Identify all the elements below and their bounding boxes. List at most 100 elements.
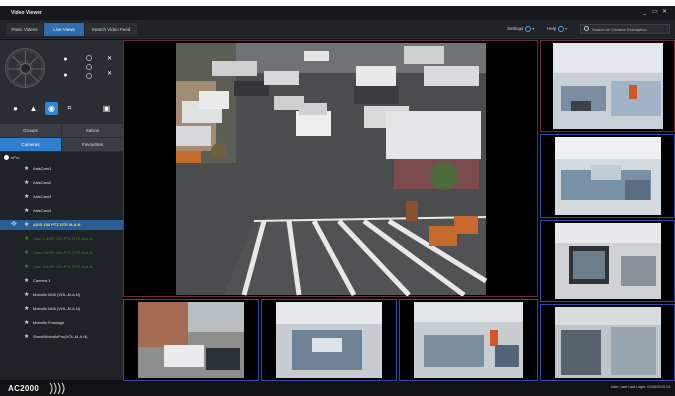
camera-star-icon: ★ (24, 292, 30, 298)
camera-star-icon: ★ (24, 278, 30, 284)
camera-star-icon: ★ (24, 306, 30, 312)
focus-near-icon[interactable] (86, 55, 92, 61)
camera-item[interactable]: ★ Mobotix M05 (VOL-M.A.N) (0, 290, 123, 300)
tree-root[interactable]: ePro (4, 155, 19, 161)
view-toolbar: ● ▲ ◉ ⌗ ▣ (0, 101, 123, 116)
camera-item[interactable]: ★ AxisCam1 (0, 164, 123, 174)
camera-star-icon: ★ (24, 250, 30, 256)
camera-label: Mobotix M05 (VOL-M.A.N) (33, 292, 81, 297)
minimize-icon[interactable]: _ (643, 9, 646, 15)
cameras-button[interactable]: Cameras (0, 138, 61, 151)
salvos-button[interactable]: Salvos (62, 124, 123, 137)
status-text: User: user Last Login: 01/05/2019 14: (610, 385, 671, 389)
tab-search-video-feed[interactable]: Search Video Feed (85, 23, 137, 36)
camera-star-icon: ★ (24, 334, 30, 340)
help-label: Help (547, 26, 557, 31)
help-icon (558, 25, 565, 32)
camera-item[interactable]: ★ Stock/MobotixPro(VOL-M.A.N) (0, 332, 123, 342)
camera-label: Mobotix M05 (VOL-M.A.N) (33, 306, 81, 311)
camera-search (580, 24, 670, 34)
view-switch: Groups Salvos (0, 124, 123, 137)
maximize-icon[interactable]: ▭ (652, 9, 658, 15)
camera-item-selected[interactable]: ✥ ★ AXIS 193 PTZ DTE M.A.N (0, 220, 123, 230)
favourites-button[interactable]: Favourites (62, 138, 123, 151)
camera-label: Cam 1 AXIS 193 PTZ DTE M.A.N (33, 236, 93, 241)
camera-label: Camera 1 (33, 278, 51, 283)
lobby-video (541, 305, 674, 380)
chevron-down-icon: ▾ (565, 26, 568, 31)
camera-item[interactable]: ★ Cam 1 AXIS 193 PTZ DTE M.A.N (0, 234, 123, 244)
camera-label: AxisCam1 (33, 166, 52, 171)
camera-star-icon: ★ (24, 320, 30, 326)
video-tile-right-4[interactable] (540, 304, 675, 381)
camera-item[interactable]: ★ Mobotix Frontage (0, 318, 123, 328)
video-tile-right-1[interactable] (540, 40, 675, 132)
office-video (400, 300, 537, 380)
video-tile-bottom-2[interactable] (261, 299, 397, 381)
brand-arcs-icon (49, 382, 65, 395)
groups-button[interactable]: Groups (0, 124, 61, 137)
camera-label: Cam 3 AXIS 193 PTZ DTE M.A.N (33, 264, 93, 269)
close-icon[interactable]: ✕ (662, 9, 667, 15)
camera-item[interactable]: ★ AxisCam4 (0, 206, 123, 216)
title-bar: Video Viewer _ ▭ ✕ (0, 6, 675, 20)
camera-star-icon: ★ (24, 208, 30, 214)
search-icon (584, 26, 589, 31)
video-grid (123, 40, 675, 381)
camera-star-icon: ★ (24, 264, 30, 270)
brand-logo: AC2000 (8, 384, 40, 393)
focus-far-icon[interactable] (86, 64, 92, 70)
video-tile-bottom-1[interactable] (123, 299, 259, 381)
ptz-direction-pad[interactable] (5, 48, 45, 88)
help-menu[interactable]: Help ▾ (547, 24, 567, 34)
camera-star-icon: ★ (24, 194, 30, 200)
camera-star-icon: ★ (24, 236, 30, 242)
camera-search-input[interactable] (592, 25, 669, 33)
camera-item[interactable]: ★ AxisCam3 (0, 192, 123, 202)
camera-star-icon: ★ (24, 222, 30, 228)
settings-label: Settings (507, 26, 524, 31)
video-tile-right-2[interactable] (540, 134, 675, 218)
camera-star-icon: ★ (24, 166, 30, 172)
camera-label: AxisCam3 (33, 194, 52, 199)
info-icon[interactable]: ● (9, 102, 22, 115)
camera-label: AxisCam4 (33, 208, 52, 213)
office-video (262, 300, 396, 380)
video-tile-right-3[interactable] (540, 220, 675, 302)
zoom-in-icon[interactable]: ● (61, 55, 70, 64)
camera-label: AxisCam2 (33, 180, 52, 185)
camera-item[interactable]: ★ Cam 2 AXIS 193 PTZ DTE M.A.N (0, 248, 123, 258)
layout-icon[interactable]: ⌗ (63, 102, 76, 115)
cross-icon[interactable]: ✕ (105, 70, 114, 79)
camera-item[interactable]: ★ Cam 3 AXIS 193 PTZ DTE M.A.N (0, 262, 123, 272)
video-viewer-app: Video Viewer _ ▭ ✕ Panic Videos Live Vie… (0, 6, 675, 396)
sidebar: ● ● ✕ ✕ ● ▲ ◉ ⌗ ▣ Groups Salvos Cameras … (0, 40, 123, 380)
camera-label: Cam 2 AXIS 193 PTZ DTE M.A.N (33, 250, 93, 255)
office-video (541, 41, 674, 131)
warning-icon[interactable]: ▲ (27, 102, 40, 115)
camera-label: AXIS 193 PTZ DTE M.A.N (33, 222, 81, 227)
camera-star-icon: ★ (24, 180, 30, 186)
zoom-out-icon[interactable]: ● (61, 71, 70, 80)
iris-icon[interactable] (86, 73, 92, 79)
fullscreen-icon[interactable]: ▣ (100, 102, 113, 115)
camera-item[interactable]: ★ Mobotix M05 (VOL-M.A.N) (0, 304, 123, 314)
tab-bar: Panic Videos Live Views Search Video Fee… (0, 20, 675, 39)
car-park-video (124, 300, 258, 380)
ptz-home-button[interactable] (20, 63, 31, 74)
settings-menu[interactable]: Settings ▾ (507, 24, 534, 34)
parking-lot-video (124, 41, 537, 296)
camera-item[interactable]: ★ AxisCam2 (0, 178, 123, 188)
cross-icon[interactable]: ✕ (105, 55, 114, 64)
video-tile-main[interactable] (123, 40, 538, 297)
tab-panic-videos[interactable]: Panic Videos (6, 23, 43, 36)
camera-item[interactable]: ★ Camera 1 (0, 276, 123, 286)
video-tile-bottom-3[interactable] (399, 299, 538, 381)
expand-icon (4, 155, 9, 161)
list-switch: Cameras Favourites (0, 138, 123, 151)
tab-live-views[interactable]: Live Views (44, 23, 84, 36)
app-title: Video Viewer (11, 10, 42, 16)
camera-tree: ePro ★ AxisCam1 ★ AxisCam2 ★ AxisCam3 ★ Axis… (0, 152, 123, 380)
move-icon: ✥ (11, 221, 17, 228)
live-view-icon[interactable]: ◉ (45, 102, 58, 115)
